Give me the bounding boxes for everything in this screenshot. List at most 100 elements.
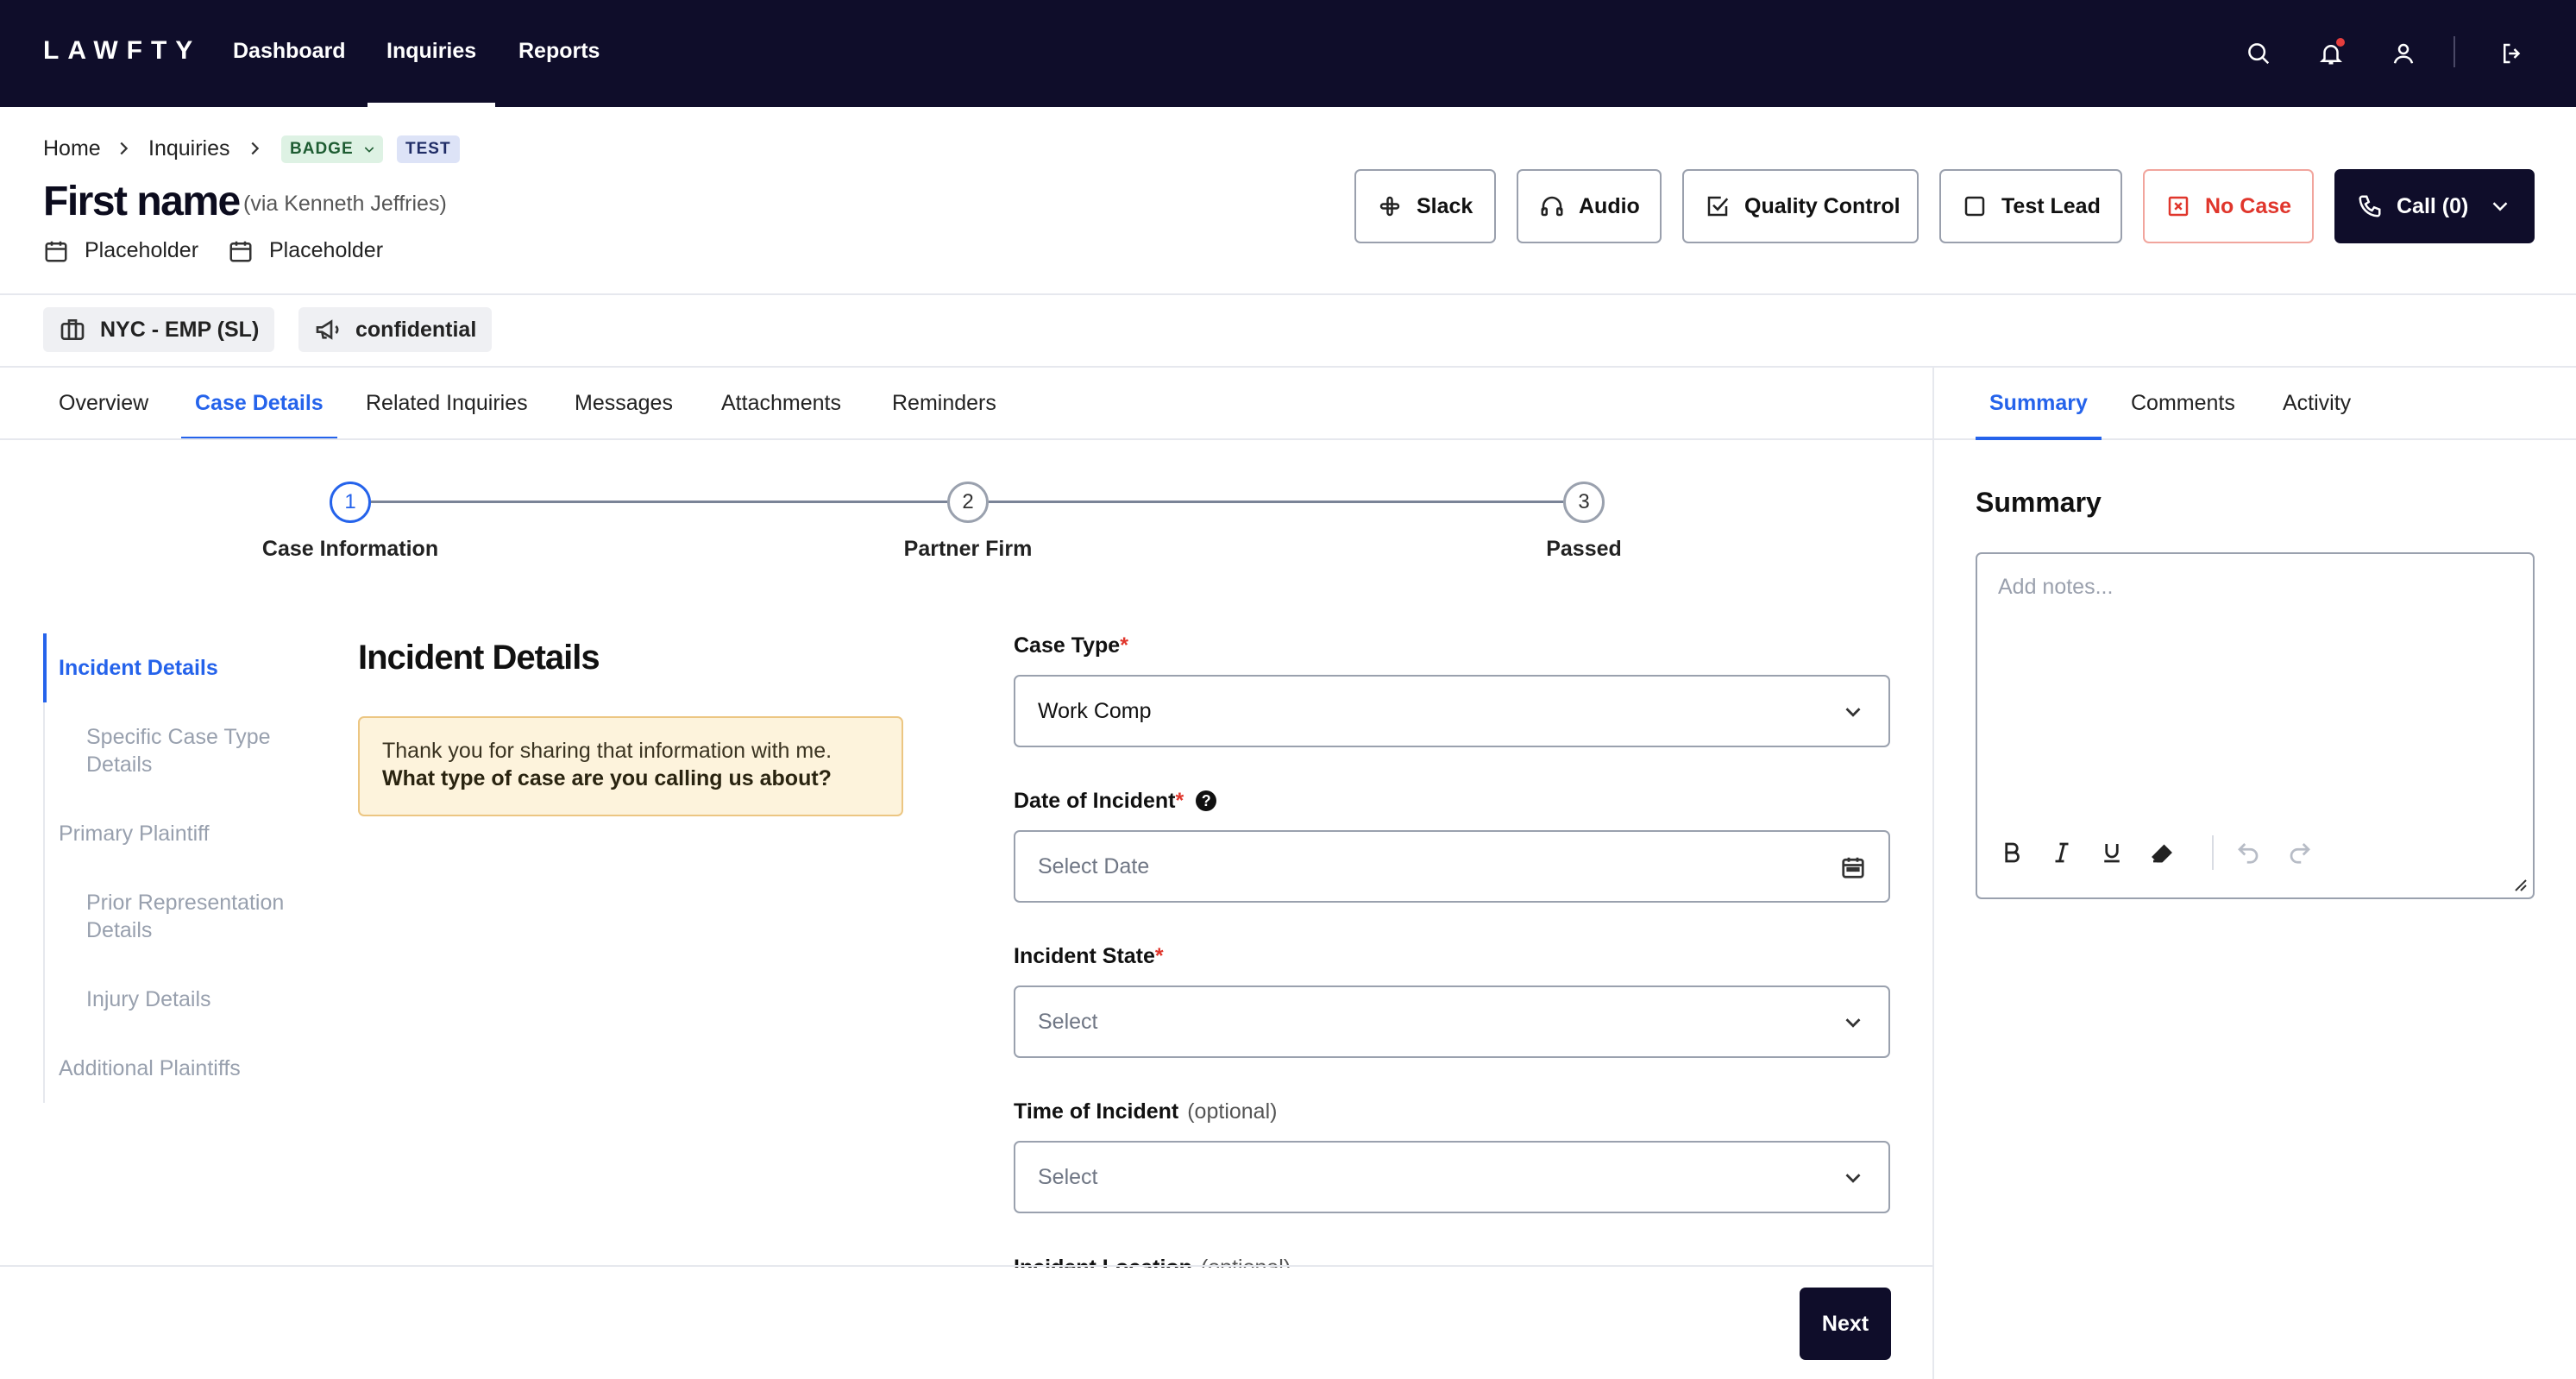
status-badge[interactable]: BADGE: [281, 135, 383, 163]
test-lead-label: Test Lead: [2001, 193, 2101, 218]
time-of-incident-label: Time of Incident (optional): [1014, 1099, 1278, 1124]
slack-label: Slack: [1417, 193, 1473, 218]
slack-button[interactable]: Slack: [1354, 169, 1496, 243]
section-nav-track: [43, 633, 45, 1103]
date-of-incident-label: Date of Incident*?: [1014, 789, 1217, 814]
app-logo[interactable]: LAWFTY: [43, 36, 201, 66]
test-lead-button[interactable]: Test Lead: [1939, 169, 2122, 243]
tab-attachments[interactable]: Attachments: [721, 368, 841, 440]
case-type-value: Work Comp: [1038, 699, 1152, 723]
chevron-right-icon: [114, 139, 133, 162]
nav-dashboard[interactable]: Dashboard: [233, 0, 346, 107]
section-title: Incident Details: [358, 639, 600, 677]
test-badge: TEST: [397, 135, 460, 163]
briefcase-icon: [60, 319, 85, 340]
script-callout: Thank you for sharing that information w…: [358, 716, 903, 816]
tab-related-inquiries[interactable]: Related Inquiries: [366, 368, 528, 440]
case-type-label: Case Type*: [1014, 633, 1128, 658]
resize-handle-icon[interactable]: [2512, 877, 2528, 892]
confidential-tag-label: confidential: [355, 317, 477, 342]
stepper-line: [989, 501, 1563, 503]
eraser-icon[interactable]: [2145, 835, 2179, 870]
incident-state-label: Incident State*: [1014, 944, 1164, 968]
section-nav-specific-case-type[interactable]: Specific Case Type Details: [86, 723, 302, 778]
call-button[interactable]: Call (0): [2334, 169, 2535, 243]
nav-reports[interactable]: Reports: [518, 0, 600, 107]
logout-icon[interactable]: [2491, 33, 2533, 74]
footer-divider: [0, 1265, 1932, 1267]
tab-case-details[interactable]: Case Details: [181, 368, 337, 440]
notes-placeholder: Add notes...: [1998, 575, 2114, 599]
stepper-line: [371, 501, 947, 503]
tab-activity[interactable]: Activity: [2283, 368, 2351, 440]
calendar-icon: [228, 238, 254, 268]
callout-line-2: What type of case are you calling us abo…: [382, 766, 832, 790]
chevron-down-icon: [2492, 202, 2508, 211]
callout-line-1: Thank you for sharing that information w…: [382, 739, 832, 763]
step-2-circle[interactable]: 2: [947, 482, 989, 523]
tab-comments[interactable]: Comments: [2131, 368, 2235, 440]
toolbar-separator: [2212, 835, 2214, 870]
headphones-icon: [1541, 196, 1563, 217]
section-nav-primary-plaintiff[interactable]: Primary Plaintiff: [59, 820, 210, 847]
slack-icon: [1379, 196, 1400, 217]
italic-icon[interactable]: [2045, 835, 2079, 870]
quality-control-button[interactable]: Quality Control: [1682, 169, 1919, 243]
tab-summary[interactable]: Summary: [1976, 368, 2102, 440]
section-nav-indicator: [43, 633, 47, 702]
audio-button[interactable]: Audio: [1517, 169, 1662, 243]
calendar-icon: [1842, 857, 1864, 878]
summary-title: Summary: [1976, 487, 2102, 518]
tab-reminders[interactable]: Reminders: [892, 368, 996, 440]
badge-label: BADGE: [290, 140, 354, 158]
office-tag: NYC - EMP (SL): [43, 307, 275, 352]
calendar-icon: [43, 238, 69, 268]
chevron-down-icon: [364, 147, 374, 153]
via-contact: (via Kenneth Jeffries): [243, 192, 447, 216]
nav-inquiries[interactable]: Inquiries: [368, 0, 496, 107]
step-3-label: Passed: [1546, 537, 1622, 561]
case-type-select[interactable]: Work Comp: [1014, 675, 1890, 747]
underline-icon[interactable]: [2095, 835, 2129, 870]
top-divider: [2453, 36, 2455, 67]
breadcrumb-inquiries[interactable]: Inquiries: [148, 136, 230, 161]
chevron-right-icon: [245, 139, 264, 162]
breadcrumb-home[interactable]: Home: [43, 136, 101, 161]
incident-state-select[interactable]: Select: [1014, 985, 1890, 1058]
bell-icon[interactable]: [2310, 33, 2352, 74]
step-1-circle[interactable]: 1: [330, 482, 371, 523]
phone-icon: [2359, 195, 2381, 217]
notes-editor[interactable]: Add notes...: [1976, 552, 2535, 899]
page-title: First name: [43, 179, 241, 224]
help-icon[interactable]: ?: [1196, 790, 1217, 811]
office-tag-label: NYC - EMP (SL): [100, 317, 260, 342]
section-nav-additional-plaintiffs[interactable]: Additional Plaintiffs: [59, 1055, 241, 1082]
redo-icon[interactable]: [2283, 835, 2317, 870]
checkbox-checked-icon: [1707, 196, 1729, 217]
state-placeholder: Select: [1038, 1010, 1098, 1034]
bold-icon[interactable]: [1995, 835, 2029, 870]
audio-label: Audio: [1579, 193, 1640, 218]
close-box-icon: [2168, 196, 2189, 217]
search-icon[interactable]: [2238, 33, 2279, 74]
tab-overview[interactable]: Overview: [59, 368, 148, 440]
undo-icon[interactable]: [2231, 835, 2265, 870]
no-case-label: No Case: [2205, 193, 2292, 218]
date-of-incident-input[interactable]: Select Date: [1014, 830, 1890, 903]
next-button[interactable]: Next: [1800, 1288, 1891, 1360]
section-nav-incident-details[interactable]: Incident Details: [59, 654, 218, 682]
panel-divider: [1932, 368, 1934, 1379]
checkbox-icon: [1964, 196, 1985, 217]
quality-control-label: Quality Control: [1744, 193, 1901, 218]
section-nav-injury-details[interactable]: Injury Details: [86, 985, 211, 1013]
tab-messages[interactable]: Messages: [575, 368, 673, 440]
top-navigation-bar: LAWFTY Dashboard Inquiries Reports: [0, 0, 2576, 107]
notification-dot: [2336, 38, 2345, 47]
section-nav-prior-representation[interactable]: Prior Representation Details: [86, 889, 319, 944]
no-case-button[interactable]: No Case: [2143, 169, 2314, 243]
user-icon[interactable]: [2383, 33, 2424, 74]
time-of-incident-select[interactable]: Select: [1014, 1141, 1890, 1213]
step-3-circle[interactable]: 3: [1563, 482, 1605, 523]
chevron-down-icon: [1845, 1174, 1861, 1183]
step-2-label: Partner Firm: [903, 537, 1033, 561]
